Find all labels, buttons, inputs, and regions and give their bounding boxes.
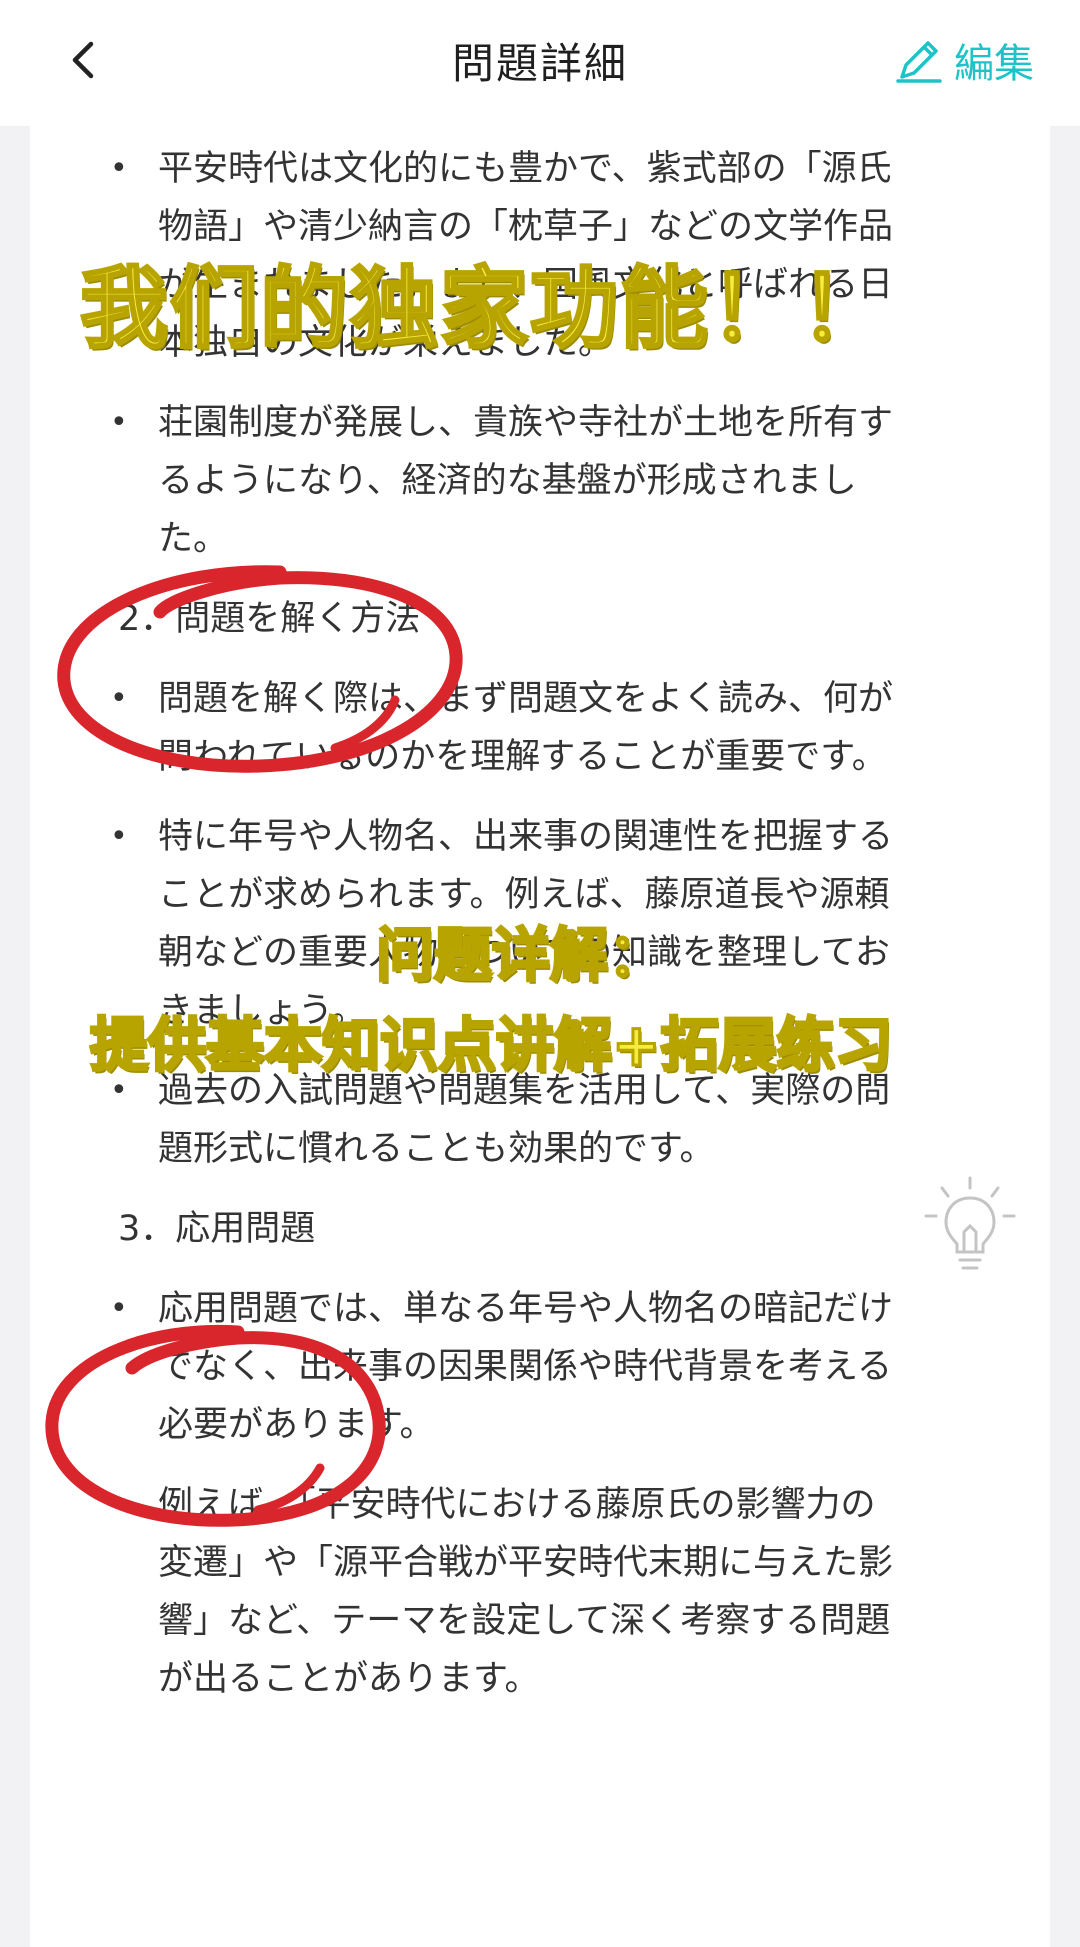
bullet-icon: •	[110, 1487, 128, 1522]
edit-label: 編集	[954, 41, 1034, 87]
bullet-icon: •	[110, 151, 128, 186]
list-item: • 荘園制度が発展し、貴族や寺社が土地を所有するようになり、経済的な基盤が形成さ…	[86, 394, 896, 568]
bullet-icon: •	[110, 681, 128, 716]
list-item: • 問題を解く際は、まず問題文をよく読み、何が問われているのかを理解することが重…	[86, 670, 896, 786]
screen: 問題詳細 編集 • 平安時代は文化的にも豊かで、紫式部の「源氏物語」や清少納言の…	[0, 0, 1080, 1947]
section-heading-method: 2．問題を解く方法	[118, 599, 421, 639]
list-item-text: 過去の入試問題や問題集を活用して、実際の問題形式に慣れることも効果的です。	[158, 1071, 891, 1169]
bullet-icon: •	[110, 1291, 128, 1326]
edit-button[interactable]: 編集	[894, 30, 1034, 90]
list-item-text: 荘園制度が発展し、貴族や寺社が土地を所有するようになり、経済的な基盤が形成されま…	[158, 403, 894, 559]
list-item-text: 問題を解く際は、まず問題文をよく読み、何が問われているのかを理解することが重要で…	[158, 679, 894, 777]
list-item: • 例えば、「平安時代における藤原氏の影響力の変遷」や「源平合戦が平安時代末期に…	[86, 1476, 896, 1708]
promo-caption-line2: 提供基本知识点讲解+拓展练习	[89, 1010, 895, 1081]
list-item-text: 例えば、「平安時代における藤原氏の影響力の変遷」や「源平合戦が平安時代末期に与え…	[158, 1485, 894, 1699]
list-item: • 応用問題では、単なる年号や人物名の暗記だけでなく、出来事の因果関係や時代背景…	[86, 1280, 896, 1454]
bullet-icon: •	[110, 405, 128, 440]
promo-caption-line1: 问题详解：	[374, 920, 667, 991]
promo-headline: 我们的独家功能！！	[78, 256, 891, 362]
app-header: 問題詳細 編集	[0, 0, 1080, 126]
pencil-icon	[896, 41, 942, 83]
section-heading-applied: 3．応用問題	[118, 1209, 316, 1249]
hint-button[interactable]	[920, 1172, 1020, 1282]
lightbulb-icon	[924, 1176, 1016, 1270]
bullet-icon: •	[110, 819, 128, 854]
list-item-text: 応用問題では、単なる年号や人物名の暗記だけでなく、出来事の因果関係や時代背景を考…	[158, 1289, 894, 1445]
